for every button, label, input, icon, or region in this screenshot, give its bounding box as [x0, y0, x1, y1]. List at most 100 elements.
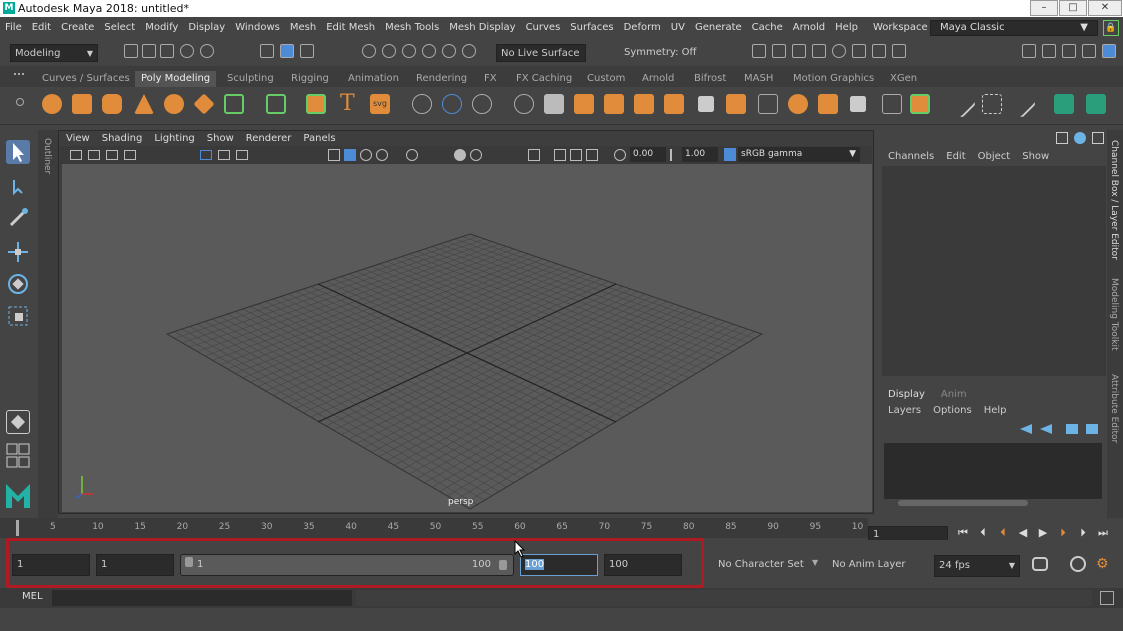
bevel-icon[interactable] [514, 94, 534, 114]
animation-preferences-icon[interactable]: ⚙ [1096, 556, 1112, 572]
panel-menu-show[interactable]: Show [207, 133, 234, 144]
shelf-options-icon[interactable] [16, 98, 24, 106]
tab-rigging[interactable]: Rigging [285, 71, 335, 87]
move-layer-down-icon[interactable] [1040, 424, 1052, 434]
menu-create[interactable]: Create [61, 22, 94, 33]
save-scene-icon[interactable] [160, 44, 174, 58]
menu-display[interactable]: Display [188, 22, 225, 33]
xray-components-icon[interactable] [586, 149, 598, 161]
sculpt-geometry-icon[interactable] [910, 94, 930, 114]
menu-cache[interactable]: Cache [752, 22, 783, 33]
smooth-icon[interactable] [306, 94, 326, 114]
minimize-button[interactable]: – [1030, 0, 1058, 16]
gamma-field[interactable]: 1.00 [682, 147, 718, 162]
shelf-menu-icon[interactable] [14, 73, 24, 81]
tab-bifrost[interactable]: Bifrost [688, 71, 732, 87]
freeze-transform-icon[interactable] [442, 94, 462, 114]
poly-cylinder-icon[interactable] [102, 94, 122, 114]
tab-custom[interactable]: Custom [581, 71, 631, 87]
channel-menu-show[interactable]: Show [1022, 151, 1049, 162]
panel-menu-view[interactable]: View [66, 133, 90, 144]
layer-menu-layers[interactable]: Layers [888, 405, 921, 416]
layer-tab-anim[interactable]: Anim [941, 389, 967, 400]
poly-torus-icon[interactable] [164, 94, 184, 114]
lattice-icon[interactable] [982, 94, 1002, 114]
wireframe-on-shaded-icon[interactable] [360, 149, 372, 161]
channel-box-icon[interactable] [1102, 44, 1116, 58]
hypershade-icon[interactable] [832, 44, 846, 58]
redo-icon[interactable] [200, 44, 214, 58]
four-view-layout-icon[interactable] [6, 443, 30, 469]
outliner-tab[interactable]: Outliner [38, 130, 58, 518]
paint-select-icon[interactable] [6, 206, 30, 230]
layer-editor-icon[interactable] [1074, 132, 1086, 144]
light-editor-icon[interactable] [872, 44, 886, 58]
character-set-dropdown[interactable]: No Character Set [714, 555, 804, 577]
camera-attributes-icon[interactable] [88, 150, 100, 160]
retopo-icon[interactable] [1086, 94, 1106, 114]
mode-dropdown[interactable]: Modeling ▼ [10, 44, 98, 62]
panel-menu-renderer[interactable]: Renderer [246, 133, 292, 144]
step-forward-frame-icon[interactable]: ⏵ [1076, 526, 1090, 540]
snap-point-icon[interactable] [402, 44, 416, 58]
lasso-tool-icon[interactable] [6, 174, 30, 198]
panel-menu-lighting[interactable]: Lighting [154, 133, 194, 144]
exposure-field[interactable]: 0.00 [630, 147, 666, 162]
attribute-editor-icon[interactable] [1062, 44, 1076, 58]
side-tab-modeling-toolkit[interactable]: Modeling Toolkit [1109, 278, 1119, 351]
uv-editor-icon[interactable] [882, 94, 902, 114]
snap-curve-icon[interactable] [382, 44, 396, 58]
isolate-select-icon[interactable] [528, 149, 540, 161]
menu-mesh[interactable]: Mesh [290, 22, 316, 33]
layer-menu-help[interactable]: Help [984, 405, 1007, 416]
move-tool-icon[interactable] [6, 240, 30, 264]
rotate-tool-icon[interactable] [6, 272, 30, 296]
auto-key-icon[interactable] [1070, 556, 1086, 572]
lights-icon[interactable] [406, 149, 418, 161]
channel-menu-object[interactable]: Object [978, 151, 1011, 162]
undo-icon[interactable] [180, 44, 194, 58]
menu-mesh-tools[interactable]: Mesh Tools [385, 22, 439, 33]
multi-cut-icon[interactable] [698, 96, 714, 112]
mel-command-input[interactable] [52, 590, 352, 606]
menu-windows[interactable]: Windows [235, 22, 280, 33]
viewport-3d[interactable] [62, 164, 872, 512]
sculpt-icon[interactable] [1042, 44, 1056, 58]
gamma-icon[interactable] [670, 149, 678, 161]
color-management-icon[interactable] [724, 148, 736, 161]
offset-edge-loop-icon[interactable] [758, 94, 778, 114]
film-gate-icon[interactable] [218, 150, 230, 160]
new-layer-selected-icon[interactable] [1086, 424, 1098, 434]
ipr-render-icon[interactable] [792, 44, 806, 58]
tab-mash[interactable]: MASH [738, 71, 779, 87]
script-editor-icon[interactable] [1100, 591, 1114, 605]
menu-arnold[interactable]: Arnold [793, 22, 825, 33]
channel-menu-channels[interactable]: Channels [888, 151, 934, 162]
boolean-icon[interactable] [818, 94, 838, 114]
new-scene-icon[interactable] [124, 44, 138, 58]
live-surface-field[interactable]: No Live Surface [496, 44, 586, 62]
shadows-icon[interactable] [454, 149, 466, 161]
tab-fx[interactable]: FX [478, 71, 503, 87]
ambient-occlusion-icon[interactable] [470, 149, 482, 161]
close-button[interactable]: ✕ [1088, 0, 1122, 16]
append-polygon-icon[interactable] [604, 94, 624, 114]
snap-view-plane-icon[interactable] [422, 44, 436, 58]
tool-settings-icon[interactable] [1082, 44, 1096, 58]
render-settings-icon[interactable] [812, 44, 826, 58]
step-back-key-icon[interactable]: ⏴ [996, 526, 1010, 540]
single-perspective-view-icon[interactable] [6, 410, 30, 434]
anim-layer-dropdown[interactable]: No Anim Layer [828, 555, 914, 577]
tool-settings-panel-icon[interactable] [1092, 132, 1104, 144]
select-object-icon[interactable] [280, 44, 294, 58]
symmetry-dropdown[interactable]: Symmetry: Off [620, 44, 730, 62]
current-time-marker[interactable] [16, 520, 19, 536]
render-view-icon[interactable] [752, 44, 766, 58]
fps-dropdown[interactable]: 24 fps ▼ [934, 555, 1020, 577]
type-text-icon[interactable]: T [340, 91, 355, 116]
play-backwards-icon[interactable]: ◀ [1016, 526, 1030, 540]
smooth-shade-icon[interactable] [344, 149, 356, 161]
reset-transform-icon[interactable] [472, 94, 492, 114]
loop-icon[interactable] [1032, 557, 1048, 571]
merge-icon[interactable] [664, 94, 684, 114]
